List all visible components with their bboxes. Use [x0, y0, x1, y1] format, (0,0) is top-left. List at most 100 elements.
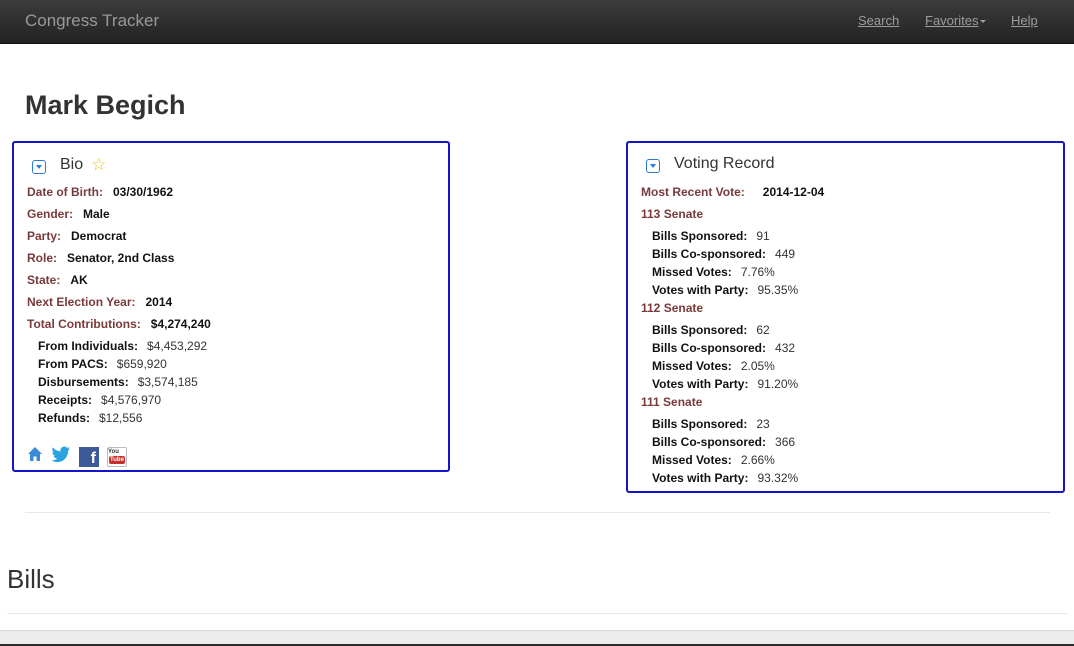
bio-label: State: [27, 273, 61, 287]
most-recent-vote-row: Most Recent Vote: 2014-12-04 [641, 185, 824, 199]
bio-value: 03/30/1962 [113, 185, 174, 199]
contribution-row: Disbursements: $3,574,185 [38, 375, 198, 389]
stat-label: Missed Votes: [652, 265, 732, 279]
stat-value: 62 [756, 323, 770, 337]
bio-value: Male [83, 207, 110, 221]
nav-help-link[interactable]: Help [1011, 13, 1038, 28]
bio-row-total-contributions: Total Contributions: $4,274,240 [27, 317, 211, 331]
stat-value: 2.05% [740, 359, 775, 373]
stat-label: Missed Votes: [652, 453, 732, 467]
top-navbar: Congress Tracker Search Favorites Help [0, 0, 1074, 44]
session-stat-row: Votes with Party: 93.32% [652, 471, 798, 485]
social-links: f You Tube [27, 446, 135, 467]
contribution-value: $4,453,292 [147, 339, 208, 353]
home-icon[interactable] [27, 446, 43, 467]
bio-label: Next Election Year: [27, 295, 136, 309]
contribution-row: Receipts: $4,576,970 [38, 393, 161, 407]
most-recent-vote-value: 2014-12-04 [762, 185, 825, 199]
stat-value: 366 [775, 435, 796, 449]
stat-label: Bills Sponsored: [652, 417, 748, 431]
caret-down-icon [980, 20, 987, 24]
session-name: 112 Senate [641, 301, 704, 315]
contribution-value: $659,920 [116, 357, 167, 371]
stat-value: 91 [756, 229, 770, 243]
session-name: 113 Senate [641, 207, 704, 221]
collapse-toggle-icon[interactable] [646, 159, 660, 173]
session-stat-row: Missed Votes: 2.05% [652, 359, 775, 373]
nav-favorites-dropdown[interactable]: Favorites [925, 13, 987, 28]
bio-panel-header: Bio ☆ [32, 155, 106, 175]
bio-label: Gender: [27, 207, 74, 221]
contribution-label: From PACS: [38, 357, 108, 371]
session-stat-row: Bills Co-sponsored: 366 [652, 435, 795, 449]
session-heading: 112 Senate [641, 301, 713, 315]
stat-label: Bills Co-sponsored: [652, 341, 767, 355]
contribution-value: $3,574,185 [137, 375, 198, 389]
session-stat-row: Votes with Party: 95.35% [652, 283, 798, 297]
nav-help-label: Help [1011, 13, 1038, 28]
session-stat-row: Missed Votes: 2.66% [652, 453, 775, 467]
section-divider [25, 512, 1050, 513]
stat-value: 2.66% [740, 453, 775, 467]
youtube-you-text: You [108, 448, 119, 455]
contribution-label: Disbursements: [38, 375, 129, 389]
facebook-icon[interactable]: f [79, 446, 99, 467]
session-stat-row: Bills Co-sponsored: 449 [652, 247, 795, 261]
stat-label: Votes with Party: [652, 471, 749, 485]
bio-value: 2014 [145, 295, 173, 309]
contribution-value: $4,576,970 [101, 393, 162, 407]
session-name: 111 Senate [641, 395, 703, 409]
voting-panel-header: Voting Record [646, 155, 775, 173]
bio-row-next-election: Next Election Year: 2014 [27, 295, 172, 309]
contribution-row: From PACS: $659,920 [38, 357, 167, 371]
session-stat-row: Missed Votes: 7.76% [652, 265, 775, 279]
bio-title: Bio [60, 156, 84, 173]
twitter-icon[interactable] [51, 446, 71, 467]
contribution-label: Refunds: [38, 411, 90, 425]
youtube-icon[interactable]: You Tube [107, 446, 127, 467]
bills-heading: Bills [7, 564, 55, 594]
stat-value: 432 [775, 341, 796, 355]
favorite-star-icon[interactable]: ☆ [91, 155, 106, 175]
bio-value: $4,274,240 [150, 317, 211, 331]
nav-search-label: Search [858, 13, 900, 28]
stat-label: Votes with Party: [652, 377, 749, 391]
youtube-tube-text: Tube [109, 455, 125, 464]
session-heading: 111 Senate [641, 395, 712, 409]
bio-row-role: Role: Senator, 2nd Class [27, 251, 174, 265]
nav-favorites-label: Favorites [925, 13, 979, 28]
bio-label: Party: [27, 229, 62, 243]
bio-row-state: State: AK [27, 273, 88, 287]
session-stat-row: Bills Sponsored: 91 [652, 229, 770, 243]
nav-search-link[interactable]: Search [858, 13, 899, 28]
voting-record-panel: Voting Record Most Recent Vote: 2014-12-0… [626, 141, 1065, 493]
bio-row-dob: Date of Birth: 03/30/1962 [27, 185, 173, 199]
brand-link[interactable]: Congress Tracker [25, 11, 159, 31]
contribution-row: From Individuals: $4,453,292 [38, 339, 207, 353]
stat-value: 91.20% [757, 377, 799, 391]
stat-value: 93.32% [757, 471, 799, 485]
collapse-toggle-icon[interactable] [32, 160, 46, 174]
contribution-label: Receipts: [38, 393, 93, 407]
stat-label: Bills Sponsored: [652, 229, 748, 243]
session-stat-row: Bills Sponsored: 62 [652, 323, 770, 337]
session-heading: 113 Senate [641, 207, 713, 221]
bottom-bar [0, 630, 1074, 646]
stat-value: 7.76% [740, 265, 775, 279]
bio-label: Date of Birth: [27, 185, 103, 199]
session-stat-row: Bills Co-sponsored: 432 [652, 341, 795, 355]
stat-label: Missed Votes: [652, 359, 732, 373]
stat-value: 449 [775, 247, 796, 261]
voting-title: Voting Record [674, 155, 775, 172]
stat-label: Bills Sponsored: [652, 323, 748, 337]
bio-row-party: Party: Democrat [27, 229, 126, 243]
stat-value: 23 [756, 417, 770, 431]
contribution-value: $12,556 [99, 411, 143, 425]
bio-label: Total Contributions: [27, 317, 141, 331]
bio-label: Role: [27, 251, 57, 265]
stat-value: 95.35% [757, 283, 799, 297]
bio-row-gender: Gender: Male [27, 207, 110, 221]
page-title: Mark Begich [25, 90, 186, 120]
session-stat-row: Bills Sponsored: 23 [652, 417, 770, 431]
bio-value: Democrat [71, 229, 127, 243]
